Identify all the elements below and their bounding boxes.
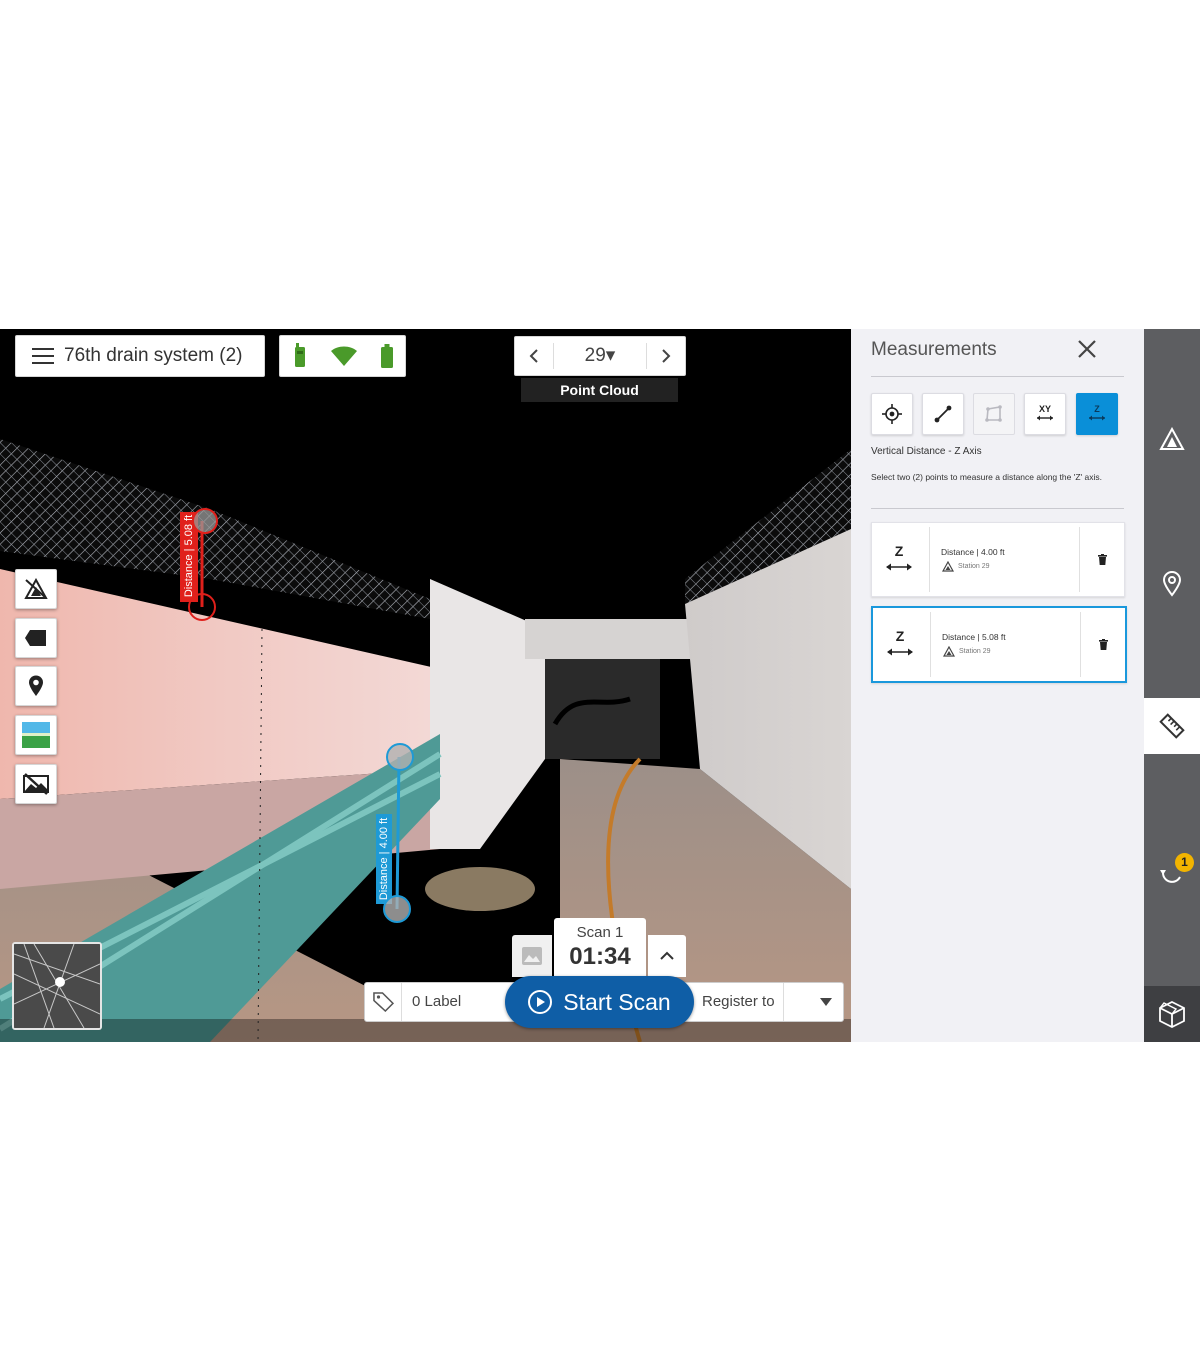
divider — [930, 612, 931, 677]
svg-text:Z: Z — [1094, 404, 1100, 414]
project-title: 76th drain system (2) — [64, 345, 243, 366]
measurements-panel: Measurements XY Z Vertical Distance - Z … — [851, 329, 1144, 1042]
divider — [871, 376, 1124, 377]
z-distance-icon: Z — [886, 543, 912, 571]
scan-timer: 01:34 — [569, 943, 631, 970]
chevron-right-icon — [662, 349, 671, 363]
minimap-image — [14, 944, 100, 1028]
scan-measure-tool-button[interactable] — [15, 569, 57, 609]
z-distance-icon: Z — [887, 628, 913, 656]
hide-image-icon — [23, 773, 49, 795]
divider — [783, 983, 784, 1021]
project-selector[interactable]: 76th drain system (2) — [15, 335, 265, 377]
stations-icon — [1159, 427, 1185, 450]
trash-icon[interactable] — [1098, 554, 1107, 565]
scanner-icon — [294, 343, 305, 367]
xy-distance-icon: XY — [1037, 404, 1053, 421]
next-station-button[interactable] — [647, 337, 685, 375]
hide-image-button[interactable] — [15, 764, 57, 804]
measurement-value: Distance | 5.08 ft — [942, 632, 1006, 642]
image-view-button[interactable] — [15, 715, 57, 755]
label-count[interactable]: 0 Label — [412, 993, 461, 1010]
minimap[interactable] — [12, 942, 102, 1030]
sync-nav-button[interactable] — [1144, 847, 1200, 897]
wifi-icon — [331, 346, 358, 366]
line-measure-tool[interactable] — [922, 393, 964, 435]
station-navigator: 29▾ — [514, 336, 686, 376]
measurement-item-selected[interactable]: Z Distance | 5.08 ft Station 29 — [871, 606, 1127, 683]
measurement-value: Distance | 4.00 ft — [941, 547, 1005, 557]
measurement-station: Station 29 — [959, 648, 991, 655]
ruler-icon — [1159, 713, 1185, 739]
stations-nav-button[interactable] — [1144, 414, 1200, 464]
scan-info: Scan 1 01:34 — [554, 918, 646, 978]
play-icon — [528, 990, 553, 1014]
start-scan-button[interactable]: Start Scan — [505, 976, 694, 1028]
notification-badge: 1 — [1175, 853, 1194, 872]
device-status — [279, 335, 406, 377]
chevron-up-icon — [660, 951, 674, 960]
register-to-label: Register to — [702, 993, 775, 1010]
locations-nav-button[interactable] — [1144, 559, 1200, 609]
scan-measure-icon — [24, 578, 48, 599]
close-icon[interactable] — [1075, 337, 1099, 361]
measurements-nav-button[interactable] — [1144, 698, 1200, 754]
divider — [1080, 612, 1081, 677]
area-icon — [985, 405, 1002, 422]
view-mode-label: Point Cloud — [521, 378, 678, 402]
image-view-icon — [22, 722, 50, 748]
svg-text:Z: Z — [896, 628, 905, 644]
location-pin-icon — [1162, 571, 1182, 597]
start-scan-label: Start Scan — [563, 988, 671, 1015]
chevron-left-icon — [529, 349, 538, 363]
divider — [871, 508, 1124, 509]
divider — [1079, 527, 1080, 592]
area-measure-tool[interactable] — [973, 393, 1015, 435]
target-point-icon — [882, 404, 902, 424]
label-tool-button[interactable] — [15, 618, 57, 658]
xy-distance-tool[interactable]: XY — [1024, 393, 1066, 435]
z-distance-icon: Z — [1089, 404, 1105, 421]
measurement-item[interactable]: Z Distance | 4.00 ft Station 29 — [871, 522, 1125, 597]
location-pin-icon — [29, 675, 43, 696]
scan-name: Scan 1 — [576, 924, 624, 941]
expand-scan-panel-button[interactable] — [648, 935, 686, 977]
panel-title: Measurements — [871, 339, 997, 360]
line-distance-icon — [934, 405, 952, 423]
app-window: Distance | 5.08 ft Distance | 4.00 ft 76… — [0, 329, 1200, 1042]
station-icon — [943, 646, 955, 657]
point-cloud-viewport[interactable]: Distance | 5.08 ft Distance | 4.00 ft 76… — [0, 329, 851, 1042]
red-measurement-label: Distance | 5.08 ft — [183, 514, 196, 598]
measure-mode-description: Select two (2) points to measure a dista… — [871, 472, 1102, 482]
station-icon — [942, 561, 954, 572]
svg-text:XY: XY — [1039, 404, 1051, 414]
measure-mode-title: Vertical Distance - Z Axis — [871, 446, 982, 457]
scan-image-button[interactable] — [512, 935, 552, 977]
model-view-button[interactable] — [1144, 986, 1200, 1042]
image-icon — [522, 947, 542, 965]
label-tag-icon — [25, 630, 46, 646]
register-dropdown-icon[interactable] — [820, 998, 832, 1006]
station-number-dropdown[interactable]: 29▾ — [553, 343, 647, 369]
svg-text:Z: Z — [895, 543, 904, 559]
battery-icon — [381, 344, 394, 368]
previous-station-button[interactable] — [515, 337, 553, 375]
location-tool-button[interactable] — [15, 666, 57, 706]
hamburger-menu-icon[interactable] — [32, 348, 54, 364]
measurement-station: Station 29 — [958, 563, 990, 570]
trash-icon[interactable] — [1099, 639, 1108, 650]
blue-measurement-label: Distance | 4.00 ft — [378, 817, 391, 901]
cube-icon — [1159, 1000, 1185, 1029]
divider — [929, 527, 930, 592]
tag-icon[interactable] — [373, 992, 395, 1012]
divider — [401, 983, 402, 1021]
right-navigation-rail: 1 — [1144, 329, 1200, 1042]
z-distance-tool[interactable]: Z — [1076, 393, 1118, 435]
point-measure-tool[interactable] — [871, 393, 913, 435]
